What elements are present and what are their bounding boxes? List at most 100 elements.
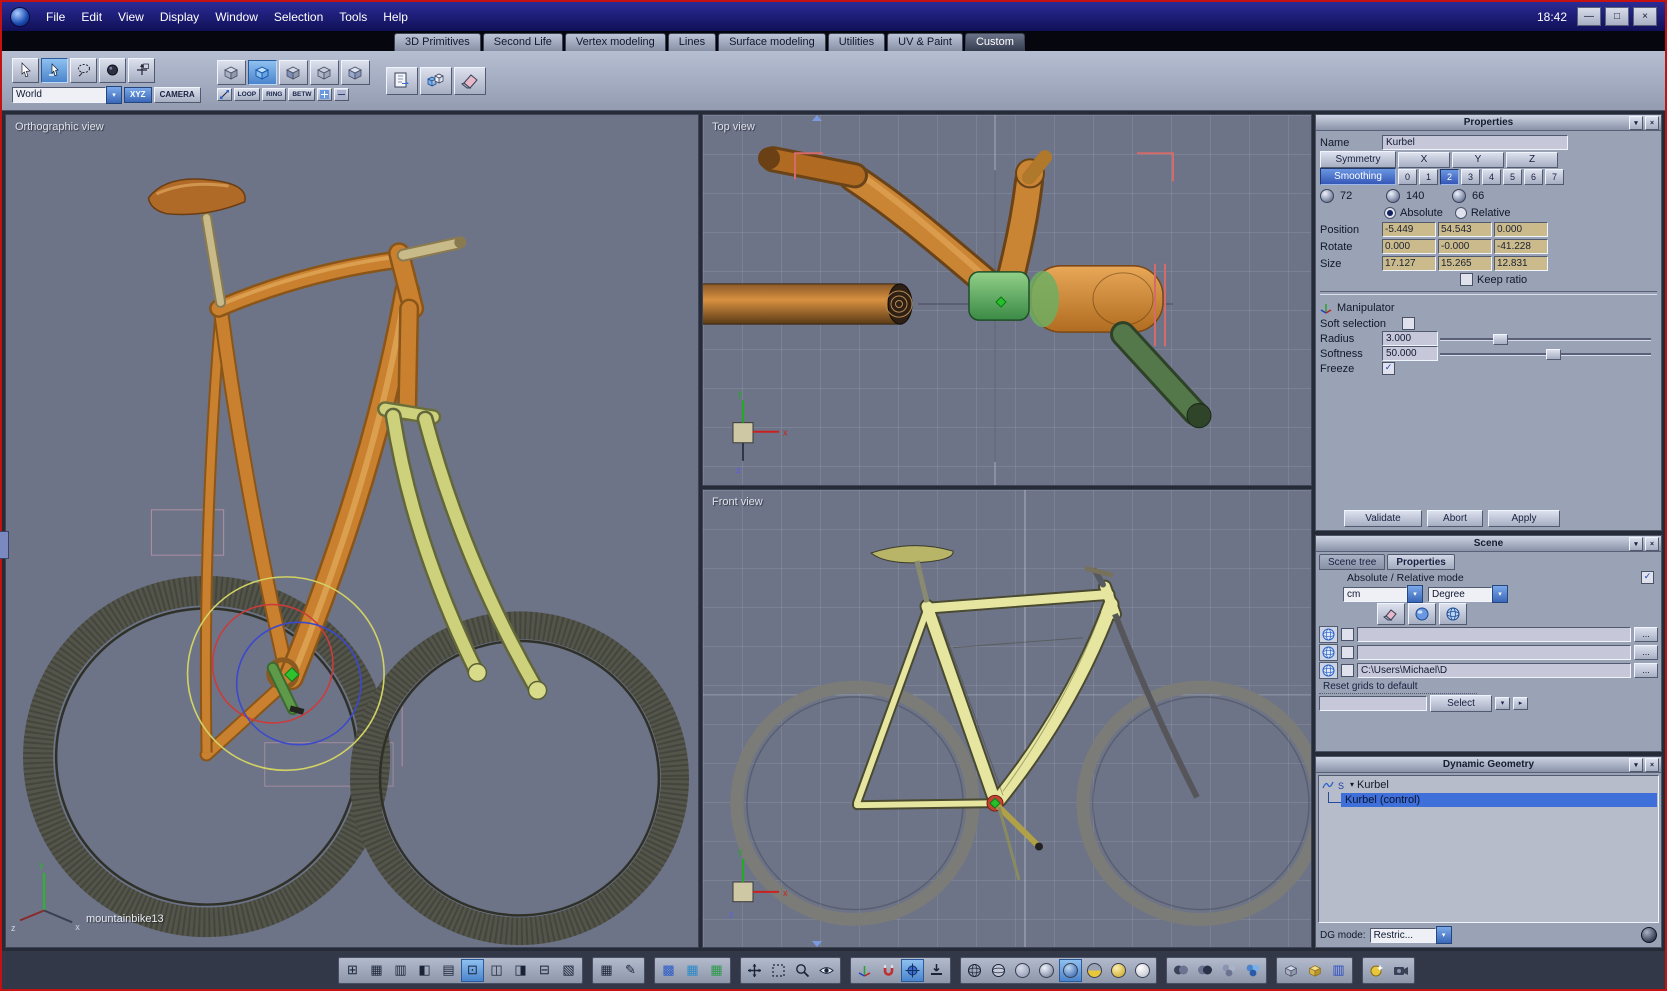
axis-z-button[interactable]: Z [1506, 151, 1558, 168]
multi-sphere-blue-icon[interactable] [1241, 959, 1264, 982]
tab-vertex-modeling[interactable]: Vertex modeling [564, 33, 666, 51]
chevron-down-icon[interactable]: ▾ [1492, 585, 1508, 603]
delete-eraser-button[interactable] [453, 66, 486, 95]
rotate-y-field[interactable]: -0.000 [1438, 239, 1492, 254]
camera-mode-button[interactable]: CAMERA [153, 86, 201, 103]
pan-marker-icon[interactable] [812, 115, 823, 121]
layout-grid-icon[interactable]: ▦ [365, 959, 388, 982]
copy-page-button[interactable] [385, 66, 418, 95]
position-y-field[interactable]: 54.543 [1438, 222, 1492, 237]
layout-hsplit-icon[interactable]: ⊟ [533, 959, 556, 982]
select-arrow-tool[interactable] [12, 57, 39, 83]
cube-icon[interactable] [1279, 959, 1302, 982]
layout-cols-icon[interactable]: ▥ [389, 959, 412, 982]
snap-3d-icon[interactable] [901, 958, 924, 982]
keep-ratio-checkbox[interactable] [1460, 273, 1473, 286]
menu-tools[interactable]: Tools [331, 7, 375, 27]
tree-item-root[interactable]: Kurbel [1357, 779, 1389, 791]
zoom-icon[interactable] [791, 959, 814, 982]
selection-name-field[interactable] [1319, 695, 1427, 711]
shaded-pair-icon[interactable] [1169, 959, 1192, 982]
transform-tool[interactable] [128, 57, 155, 83]
grid-plane-icon[interactable] [1319, 643, 1338, 661]
cube-soft-select-tool[interactable] [340, 60, 370, 85]
browse-button[interactable]: ... [1634, 662, 1658, 678]
maximize-button[interactable]: □ [1605, 7, 1629, 26]
grid-blue-icon[interactable]: ▩ [657, 959, 680, 982]
orthographic-viewport[interactable]: Orthographic view y x z mountainbike13 [5, 114, 699, 948]
grid-path-field[interactable]: C:\Users\Michael\D [1357, 662, 1631, 678]
freeze-checkbox[interactable]: ✓ [1382, 362, 1395, 375]
menu-edit[interactable]: Edit [73, 7, 110, 27]
minimize-button[interactable]: — [1577, 7, 1601, 26]
softness-slider[interactable] [1440, 348, 1651, 360]
softness-field[interactable]: 50.000 [1382, 346, 1438, 361]
pen-icon[interactable]: ✎ [619, 959, 642, 982]
name-field[interactable]: Kurbel [1382, 135, 1568, 150]
menu-help[interactable]: Help [375, 7, 416, 27]
textured-sphere-icon[interactable] [1059, 958, 1082, 982]
scene-panel-header[interactable]: Scene ▾ × [1316, 536, 1661, 552]
tab-custom[interactable]: Custom [964, 33, 1025, 51]
smoothing-level-1[interactable]: 1 [1419, 168, 1438, 185]
tool-axes-icon[interactable] [853, 959, 876, 982]
abort-button[interactable]: Abort [1427, 510, 1483, 527]
smoothing-level-5[interactable]: 5 [1503, 168, 1522, 185]
tree-row[interactable]: Kurbel (control) [1320, 791, 1657, 807]
render-icon[interactable] [1365, 959, 1388, 982]
cube-select-faces-tool[interactable] [278, 60, 308, 85]
camera-icon[interactable] [1389, 959, 1412, 982]
dynamic-geometry-panel-header[interactable]: Dynamic Geometry ▾ × [1316, 757, 1661, 773]
validate-button[interactable]: Validate [1344, 510, 1422, 527]
cube-yellow-icon[interactable] [1303, 959, 1326, 982]
menu-view[interactable]: View [110, 7, 152, 27]
pan-marker-icon[interactable] [812, 941, 823, 947]
layout-quad-icon[interactable]: ⊞ [341, 959, 364, 982]
front-viewport[interactable]: Front view x y z [702, 489, 1312, 948]
chevron-down-icon[interactable]: ▾ [106, 85, 122, 104]
shrink-selection-button[interactable] [334, 88, 350, 101]
select-down-button[interactable]: ▾ [1495, 696, 1510, 710]
tree-row[interactable]: S ▾ Kurbel [1320, 777, 1657, 792]
close-button[interactable]: × [1633, 7, 1657, 26]
grid-plane-icon[interactable] [1319, 661, 1338, 679]
layout-two-pane-icon[interactable]: ◫ [485, 959, 508, 982]
smoothing-level-4[interactable]: 4 [1482, 168, 1501, 185]
paint-select-tool[interactable] [99, 57, 126, 83]
size-y-field[interactable]: 15.265 [1438, 256, 1492, 271]
ring-select-button[interactable]: RING [262, 88, 287, 101]
grid-path-field[interactable] [1357, 626, 1631, 642]
grow-selection-button[interactable] [317, 88, 333, 101]
cube-select-edges-tool[interactable] [247, 60, 277, 85]
apply-button[interactable]: Apply [1488, 510, 1560, 527]
loop-select-button[interactable]: LOOP [233, 88, 261, 101]
absolute-radio[interactable] [1384, 206, 1396, 219]
multi-sphere-icon[interactable] [1217, 959, 1240, 982]
browse-button[interactable]: ... [1634, 644, 1658, 660]
wireframe-sphere-icon[interactable] [963, 959, 986, 982]
layout-single-icon[interactable]: ⊡ [461, 958, 484, 982]
grid-row-checkbox[interactable] [1341, 645, 1354, 659]
select-button[interactable]: Select [1430, 694, 1492, 712]
softness-slider-handle[interactable] [1545, 349, 1561, 360]
tab-scene-tree[interactable]: Scene tree [1319, 554, 1386, 570]
rotate-x-field[interactable]: 0.000 [1382, 239, 1436, 254]
cube-select-object-tool[interactable] [309, 60, 339, 85]
app-icon[interactable] [10, 6, 30, 27]
panels-icon[interactable]: ▥ [1327, 959, 1350, 982]
cube-select-points-tool[interactable] [216, 60, 246, 85]
smoothing-level-6[interactable]: 6 [1524, 168, 1543, 185]
expander-icon[interactable]: ▾ [1350, 780, 1354, 789]
dg-mode-dropdown[interactable]: Restric... ▾ [1369, 926, 1452, 944]
xyz-axes-button[interactable]: XYZ [124, 86, 152, 103]
table-blue-icon[interactable]: ▦ [681, 959, 704, 982]
abs-rel-mode-checkbox[interactable]: ✓ [1641, 571, 1654, 584]
smooth-sphere-icon[interactable] [1035, 959, 1058, 982]
layout-right-split-icon[interactable]: ◨ [509, 959, 532, 982]
axis-y-button[interactable]: Y [1452, 151, 1504, 168]
relative-radio[interactable] [1454, 206, 1467, 219]
collapse-icon[interactable]: ▾ [1629, 758, 1643, 772]
layout-rows-icon[interactable]: ▤ [437, 959, 460, 982]
smoothing-level-3[interactable]: 3 [1461, 168, 1480, 185]
dg-sphere-icon[interactable] [1641, 927, 1657, 943]
